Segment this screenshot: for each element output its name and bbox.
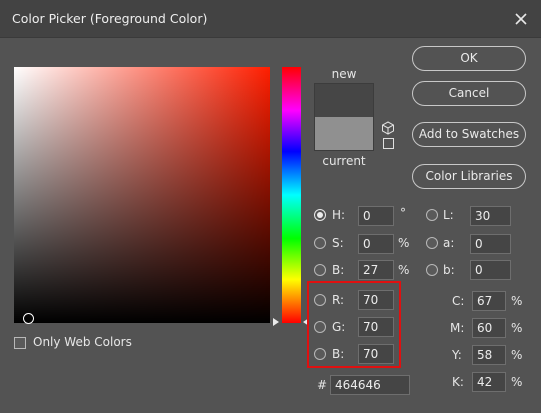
hex-label: # [317,378,328,392]
c-label: C: [452,294,465,308]
new-color-swatch [314,83,374,117]
l-input[interactable]: 30 [470,206,511,226]
only-web-colors-label[interactable]: Only Web Colors [33,335,132,349]
s-label: S: [332,236,344,250]
a-label: a: [443,236,455,250]
h-unit: ° [400,206,406,220]
m-input[interactable]: 60 [472,318,506,338]
m-label: M: [450,321,465,335]
a-radio[interactable] [426,237,438,249]
l-radio[interactable] [426,209,438,221]
h-label: H: [332,208,346,222]
color-field[interactable] [14,67,270,324]
new-color-label: new [331,67,357,81]
close-button[interactable] [509,7,533,31]
y-input[interactable]: 58 [472,345,506,365]
b-hsb-unit: % [398,263,410,277]
a-input[interactable]: 0 [470,234,511,254]
c-unit: % [511,294,523,308]
rgb-highlight-box [307,281,401,368]
current-color-swatch[interactable] [314,117,374,151]
h-radio[interactable] [314,209,326,221]
b-lab-radio[interactable] [426,264,438,276]
k-input[interactable]: 42 [472,372,506,392]
cancel-button[interactable]: Cancel [412,81,526,106]
hue-slider[interactable] [282,67,301,323]
s-input[interactable]: 0 [358,234,394,254]
y-unit: % [511,348,523,362]
l-label: L: [443,208,454,222]
s-radio[interactable] [314,237,326,249]
b-lab-input[interactable]: 0 [470,260,511,280]
color-libraries-button[interactable]: Color Libraries [412,164,526,189]
hex-input[interactable]: 464646 [330,375,410,395]
k-unit: % [511,375,523,389]
window-title: Color Picker (Foreground Color) [12,11,208,26]
only-web-colors-checkbox[interactable] [14,337,26,349]
k-label: K: [452,375,464,389]
hue-slider-handle-left[interactable] [273,318,279,326]
y-label: Y: [452,348,462,362]
add-to-swatches-button[interactable]: Add to Swatches [412,122,526,147]
ok-button[interactable]: OK [412,46,526,71]
c-input[interactable]: 67 [472,291,506,311]
out-of-gamut-cube-icon[interactable] [381,121,395,135]
b-hsb-label: B: [332,263,345,277]
s-unit: % [398,236,410,250]
b-lab-label: b: [443,263,455,277]
current-color-label: current [322,154,366,168]
b-hsb-radio[interactable] [314,264,326,276]
b-hsb-input[interactable]: 27 [358,260,394,280]
title-bar: Color Picker (Foreground Color) [0,0,541,38]
color-field-marker[interactable] [23,313,34,324]
close-icon [515,13,527,25]
m-unit: % [511,321,523,335]
web-safe-square-icon[interactable] [383,138,394,149]
h-input[interactable]: 0 [358,206,394,226]
